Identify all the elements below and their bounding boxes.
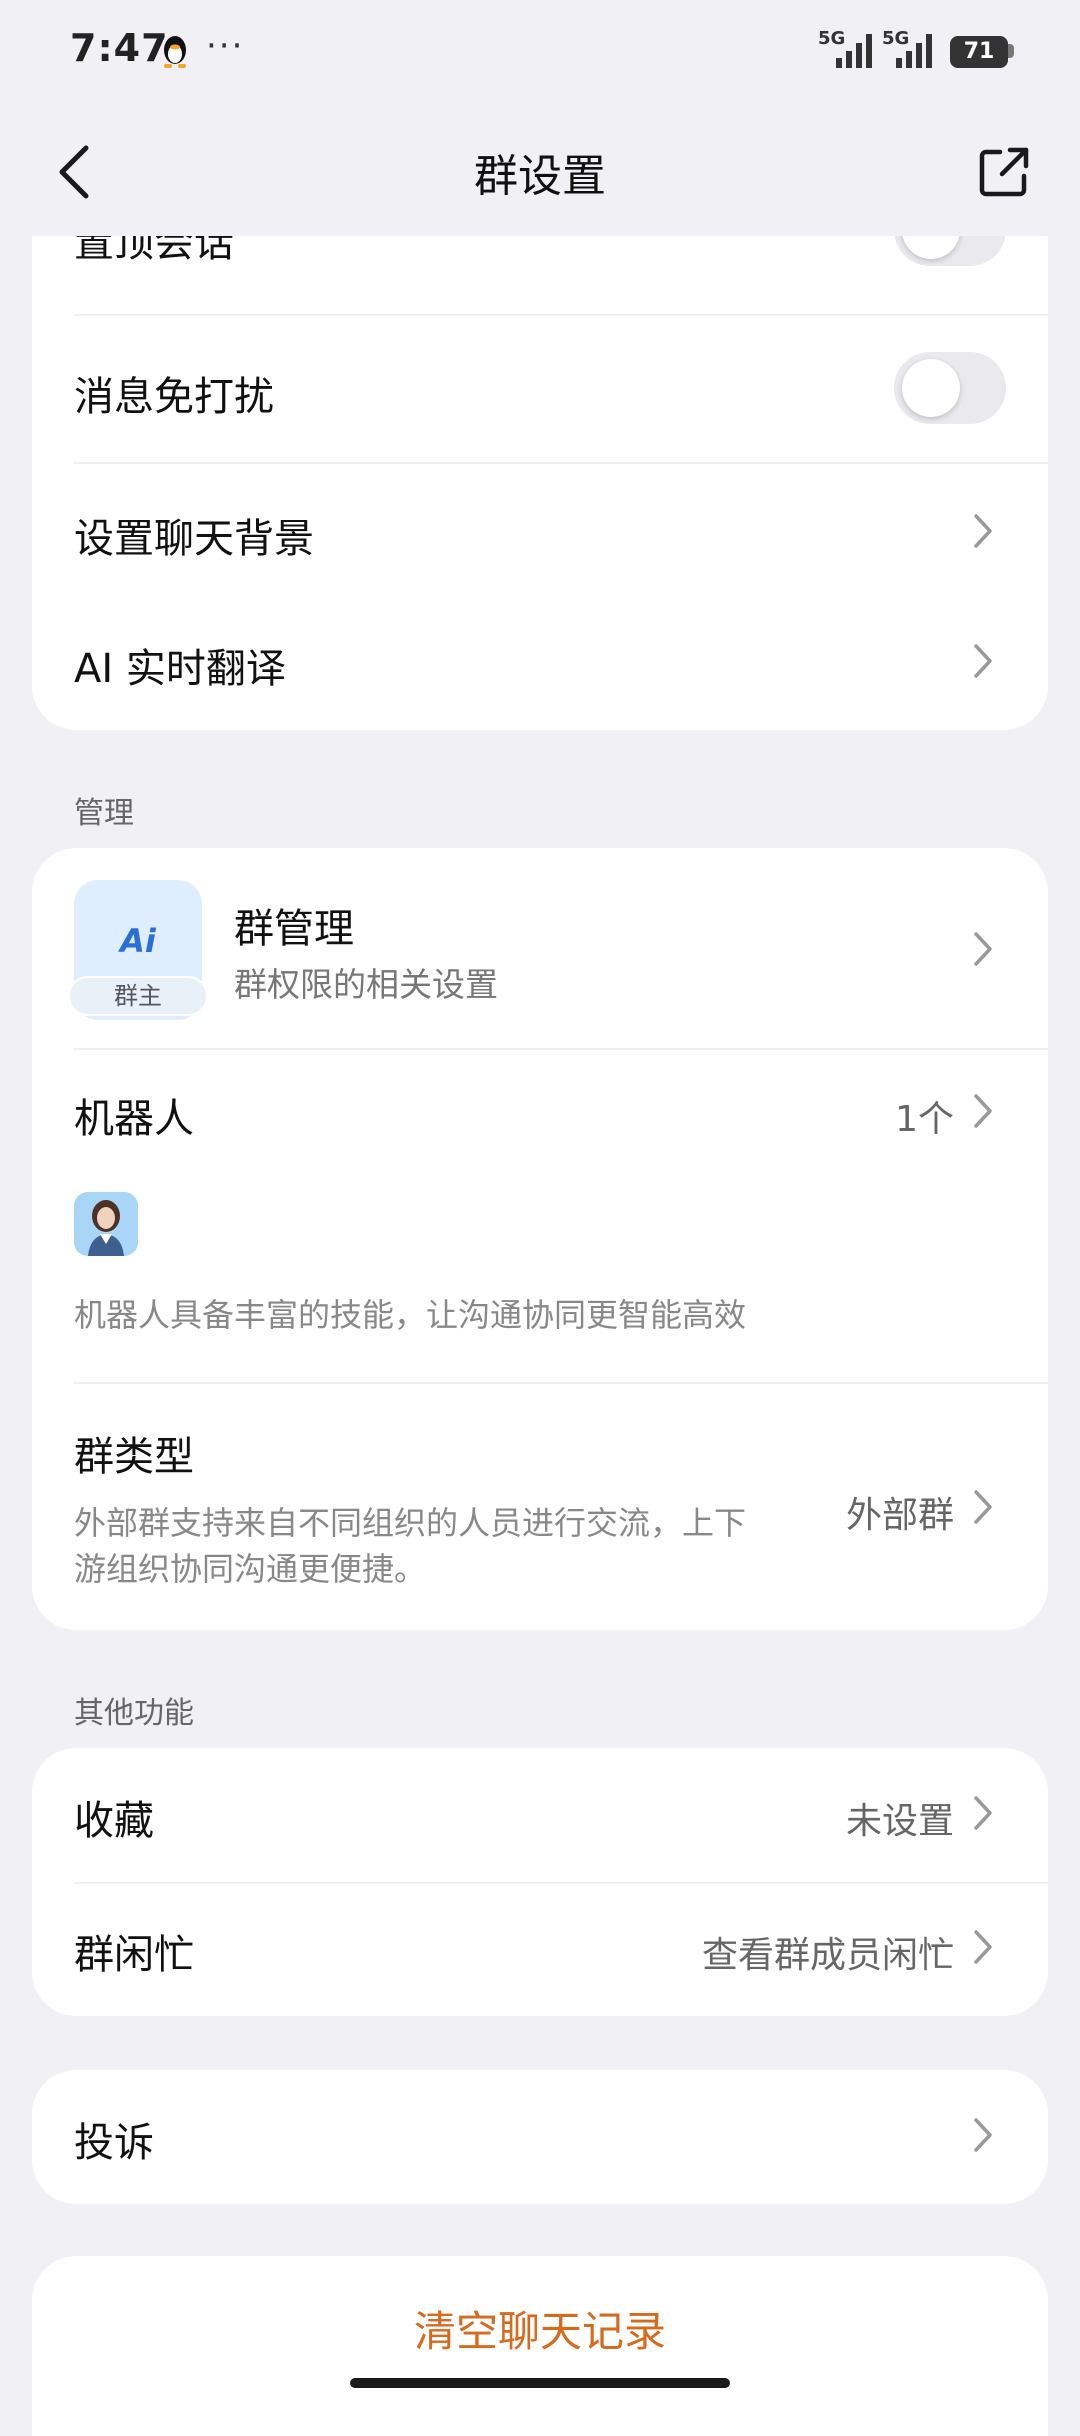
signal-bars-icon [836, 34, 872, 68]
mute-toggle[interactable] [894, 352, 1006, 424]
status-more-icon: ··· [206, 26, 245, 66]
group-manage-label: 群管理 [234, 906, 354, 952]
group-manage-subtitle: 群权限的相关设置 [234, 965, 498, 1004]
chevron-right-icon [974, 2118, 992, 2152]
ai-translate-row[interactable]: AI 实时翻译 [32, 598, 1048, 728]
toggle-knob [902, 359, 960, 417]
section-title-manage: 管理 [74, 796, 134, 831]
clear-history-label: 清空聊天记录 [413, 2307, 666, 2356]
pin-chat-label: 置顶会话 [74, 236, 234, 266]
qq-penguin-icon [164, 36, 186, 68]
pin-chat-toggle[interactable] [894, 236, 1006, 266]
chevron-right-icon [974, 1796, 992, 1830]
robot-description: 机器人具备丰富的技能，让沟通协同更智能高效 [74, 1296, 747, 1334]
owner-badge: 群主 [68, 976, 208, 1016]
toggle-knob [902, 236, 960, 259]
battery-tip [1008, 44, 1014, 58]
robot-count: 1个 [895, 1099, 954, 1140]
mute-row[interactable]: 消息免打扰 [32, 316, 1048, 464]
favorite-label: 收藏 [74, 1798, 154, 1844]
chevron-right-icon [974, 1490, 992, 1524]
signal-bars-2-icon [896, 34, 932, 68]
robot-avatar-icon [74, 1192, 138, 1256]
group-type-desc-line2: 游组织协同沟通更便捷。 [74, 1550, 427, 1588]
mute-label: 消息免打扰 [74, 374, 274, 420]
group-avatar: Ai 群主 [68, 880, 208, 1020]
section-title-other: 其他功能 [74, 1696, 194, 1731]
chat-background-row[interactable]: 设置聊天背景 [32, 464, 1048, 598]
favorite-value: 未设置 [845, 1801, 954, 1842]
battery-icon: 71 [950, 36, 1008, 68]
chevron-right-icon [974, 1094, 992, 1128]
home-indicator [350, 2378, 730, 2388]
robot-label: 机器人 [74, 1096, 194, 1142]
chevron-right-icon [974, 932, 992, 966]
status-time: 7:47 [70, 26, 169, 70]
busy-value: 查看群成员闲忙 [701, 1935, 954, 1976]
chevron-right-icon [974, 644, 992, 678]
ai-translate-label: AI 实时翻译 [74, 646, 286, 692]
clear-history-button[interactable]: 清空聊天记录 [32, 2256, 1048, 2436]
chat-background-label: 设置聊天背景 [74, 516, 314, 562]
chevron-right-icon [974, 514, 992, 548]
chevron-right-icon [974, 1930, 992, 1964]
page-title: 群设置 [474, 151, 606, 202]
group-type-value: 外部群 [845, 1495, 954, 1536]
complaint-label: 投诉 [74, 2120, 154, 2166]
avatar-ai-text: Ai [120, 922, 156, 960]
group-type-label: 群类型 [74, 1434, 194, 1480]
pin-chat-row[interactable]: 置顶会话 [32, 236, 1048, 316]
share-external-icon[interactable] [976, 144, 1032, 200]
busy-label: 群闲忙 [74, 1932, 194, 1978]
chat-settings-card: 置顶会话 消息免打扰 设置聊天背景 AI 实时翻译 [32, 236, 1048, 730]
group-type-desc-line1: 外部群支持来自不同组织的人员进行交流，上下 [74, 1504, 747, 1542]
complaint-row[interactable]: 投诉 [32, 2070, 1048, 2204]
